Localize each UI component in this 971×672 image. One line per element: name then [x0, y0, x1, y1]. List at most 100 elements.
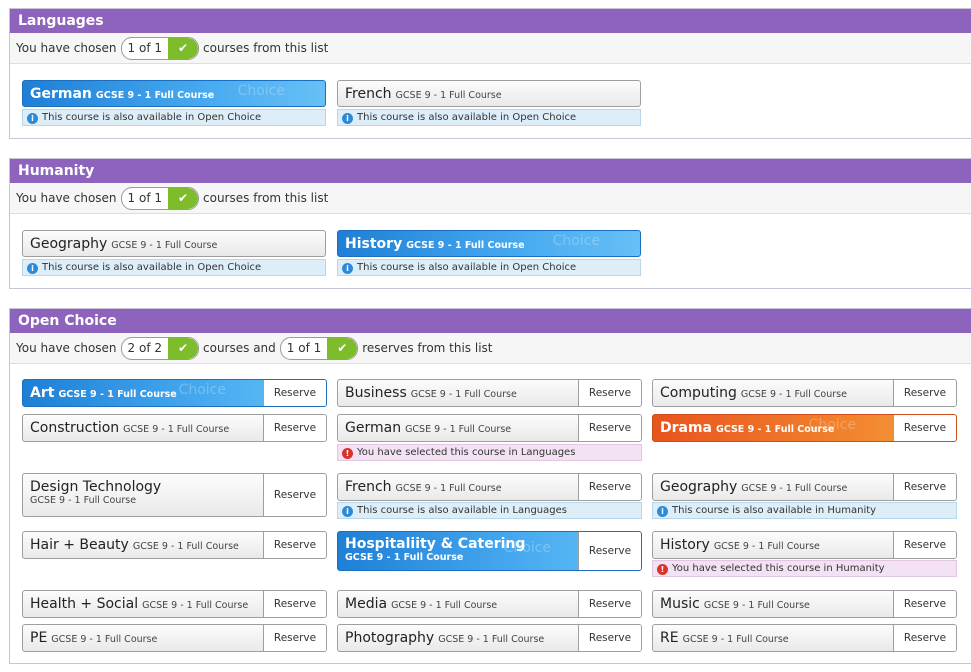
watermark: Choice [237, 83, 285, 99]
check-icon: ✔ [168, 37, 199, 59]
course-button[interactable]: Computing GCSE 9 - 1 Full Course Reserve [652, 379, 957, 407]
check-icon: ✔ [327, 337, 358, 359]
course-card-geography[interactable]: Geography GCSE 9 - 1 Full Course i This co… [22, 230, 326, 276]
course-button[interactable]: Art GCSE 9 - 1 Full Course Choice Reserve [22, 379, 327, 407]
course-button[interactable]: History GCSE 9 - 1 Full Course Choice [337, 230, 641, 257]
course-button[interactable]: History GCSE 9 - 1 Full Course Reserve [652, 531, 957, 559]
course-button[interactable]: PE GCSE 9 - 1 Full Course Reserve [22, 624, 327, 652]
course-card-health-social[interactable]: Health + Social GCSE 9 - 1 Full Course Re… [22, 590, 327, 618]
reserve-button[interactable]: Reserve [893, 532, 956, 558]
summary-suffix: courses from this list [203, 191, 329, 205]
info-note: i This course is also available in Humani… [652, 502, 957, 519]
warning-note: ! You have selected this course in Humani… [652, 560, 957, 577]
reserve-button[interactable]: Reserve [578, 415, 641, 441]
warning-note: ! You have selected this course in Langua… [337, 444, 642, 461]
reserve-button[interactable]: Reserve [578, 532, 641, 570]
course-card-french[interactable]: French GCSE 9 - 1 Full Course i This cours… [337, 80, 641, 126]
course-button[interactable]: German GCSE 9 - 1 Full Course Choice [22, 80, 326, 107]
info-icon: i [657, 506, 668, 517]
course-card-art[interactable]: Art GCSE 9 - 1 Full Course Choice Reserve [22, 379, 327, 407]
course-button[interactable]: Health + Social GCSE 9 - 1 Full Course Re… [22, 590, 327, 618]
course-card-german[interactable]: German GCSE 9 - 1 Full Course Reserve ! Yo… [337, 414, 642, 461]
info-icon: i [27, 113, 38, 124]
count-pill-text: 1 of 1 [127, 190, 163, 205]
reserve-button[interactable]: Reserve [263, 415, 326, 441]
course-title: PE GCSE 9 - 1 Full Course [30, 630, 158, 646]
reserves-count-pill: 1 of 1 ✔ [279, 336, 359, 360]
course-card-photography[interactable]: Photography GCSE 9 - 1 Full Course Reserv… [337, 624, 642, 652]
course-card-design-technology[interactable]: Design Technology GCSE 9 - 1 Full Course … [22, 473, 327, 517]
course-title: Business GCSE 9 - 1 Full Course [345, 385, 517, 401]
course-title: Design Technology GCSE 9 - 1 Full Course [30, 479, 162, 507]
info-note: i This course is also available in Open C… [22, 259, 326, 276]
course-button[interactable]: Construction GCSE 9 - 1 Full Course Reser… [22, 414, 327, 442]
info-icon: i [342, 113, 353, 124]
reserve-button[interactable]: Reserve [263, 591, 326, 617]
info-icon: i [342, 263, 353, 274]
course-card-media[interactable]: Media GCSE 9 - 1 Full Course Reserve [337, 590, 642, 618]
reserve-button[interactable]: Reserve [893, 474, 956, 500]
reserve-button[interactable]: Reserve [893, 625, 956, 651]
course-button[interactable]: Media GCSE 9 - 1 Full Course Reserve [337, 590, 642, 618]
course-card-construction[interactable]: Construction GCSE 9 - 1 Full Course Reser… [22, 414, 327, 442]
reserve-button[interactable]: Reserve [893, 415, 956, 441]
course-button[interactable]: Photography GCSE 9 - 1 Full Course Reserv… [337, 624, 642, 652]
course-card-hair-beauty[interactable]: Hair + Beauty GCSE 9 - 1 Full Course Rese… [22, 531, 327, 559]
course-card-re[interactable]: RE GCSE 9 - 1 Full Course Reserve [652, 624, 957, 652]
check-icon: ✔ [168, 337, 199, 359]
selection-summary: You have chosen 1 of 1 ✔ courses from th… [10, 33, 971, 64]
course-button[interactable]: Hospitaliity & Catering GCSE 9 - 1 Full C… [337, 531, 642, 571]
course-button[interactable]: Business GCSE 9 - 1 Full Course Reserve [337, 379, 642, 407]
course-button[interactable]: Geography GCSE 9 - 1 Full Course [22, 230, 326, 257]
course-card-history[interactable]: History GCSE 9 - 1 Full Course Reserve ! Y… [652, 531, 957, 577]
course-card-french[interactable]: French GCSE 9 - 1 Full Course Reserve i Th… [337, 473, 642, 519]
reserve-button[interactable]: Reserve [578, 591, 641, 617]
reserve-button[interactable]: Reserve [263, 474, 326, 516]
reserve-button[interactable]: Reserve [578, 380, 641, 406]
course-card-business[interactable]: Business GCSE 9 - 1 Full Course Reserve [337, 379, 642, 407]
section-title: Languages [10, 9, 971, 33]
course-title: German GCSE 9 - 1 Full Course [30, 86, 215, 102]
course-button[interactable]: Geography GCSE 9 - 1 Full Course Reserve [652, 473, 957, 501]
reserve-button[interactable]: Reserve [578, 474, 641, 500]
course-button[interactable]: German GCSE 9 - 1 Full Course Reserve [337, 414, 642, 442]
course-card-computing[interactable]: Computing GCSE 9 - 1 Full Course Reserve [652, 379, 957, 407]
summary-middle: courses and [203, 341, 276, 355]
reserve-button[interactable]: Reserve [893, 380, 956, 406]
course-card-german[interactable]: German GCSE 9 - 1 Full Course Choice i Thi… [22, 80, 326, 126]
course-card-hospitality-catering[interactable]: Hospitaliity & Catering GCSE 9 - 1 Full C… [337, 531, 642, 571]
reserve-button[interactable]: Reserve [263, 625, 326, 651]
course-card-drama[interactable]: Drama GCSE 9 - 1 Full Course Choice Reser… [652, 414, 957, 442]
reserve-button[interactable]: Reserve [578, 625, 641, 651]
watermark: Choice [552, 233, 600, 249]
course-title: French GCSE 9 - 1 Full Course [345, 86, 502, 102]
course-button[interactable]: Hair + Beauty GCSE 9 - 1 Full Course Rese… [22, 531, 327, 559]
warning-icon: ! [657, 564, 668, 575]
course-card-geography[interactable]: Geography GCSE 9 - 1 Full Course Reserve … [652, 473, 957, 519]
course-card-pe[interactable]: PE GCSE 9 - 1 Full Course Reserve [22, 624, 327, 652]
course-button[interactable]: French GCSE 9 - 1 Full Course [337, 80, 641, 107]
course-title: Photography GCSE 9 - 1 Full Course [345, 630, 545, 646]
section-title: Open Choice [10, 309, 971, 333]
section-title: Humanity [10, 159, 971, 183]
course-title: Hospitaliity & Catering GCSE 9 - 1 Full C… [345, 536, 526, 564]
course-card-music[interactable]: Music GCSE 9 - 1 Full Course Reserve [652, 590, 957, 618]
count-pill: 1 of 1 ✔ [120, 186, 200, 210]
course-card-history[interactable]: History GCSE 9 - 1 Full Course Choice i Th… [337, 230, 641, 276]
reserve-button[interactable]: Reserve [263, 380, 326, 406]
reserve-button[interactable]: Reserve [263, 532, 326, 558]
course-title: Health + Social GCSE 9 - 1 Full Course [30, 596, 249, 612]
course-title: History GCSE 9 - 1 Full Course [660, 537, 820, 553]
info-icon: i [27, 263, 38, 274]
info-note: i This course is also available in Open C… [337, 109, 641, 126]
course-button[interactable]: Drama GCSE 9 - 1 Full Course Choice Reser… [652, 414, 957, 442]
watermark: Choice [178, 382, 226, 398]
course-button[interactable]: French GCSE 9 - 1 Full Course Reserve [337, 473, 642, 501]
course-button[interactable]: Design Technology GCSE 9 - 1 Full Course … [22, 473, 327, 517]
count-pill-text: 2 of 2 [127, 340, 163, 355]
reserve-button[interactable]: Reserve [893, 591, 956, 617]
course-button[interactable]: RE GCSE 9 - 1 Full Course Reserve [652, 624, 957, 652]
info-note: i This course is also available in Open C… [22, 109, 326, 126]
course-title: Geography GCSE 9 - 1 Full Course [660, 479, 848, 495]
course-button[interactable]: Music GCSE 9 - 1 Full Course Reserve [652, 590, 957, 618]
